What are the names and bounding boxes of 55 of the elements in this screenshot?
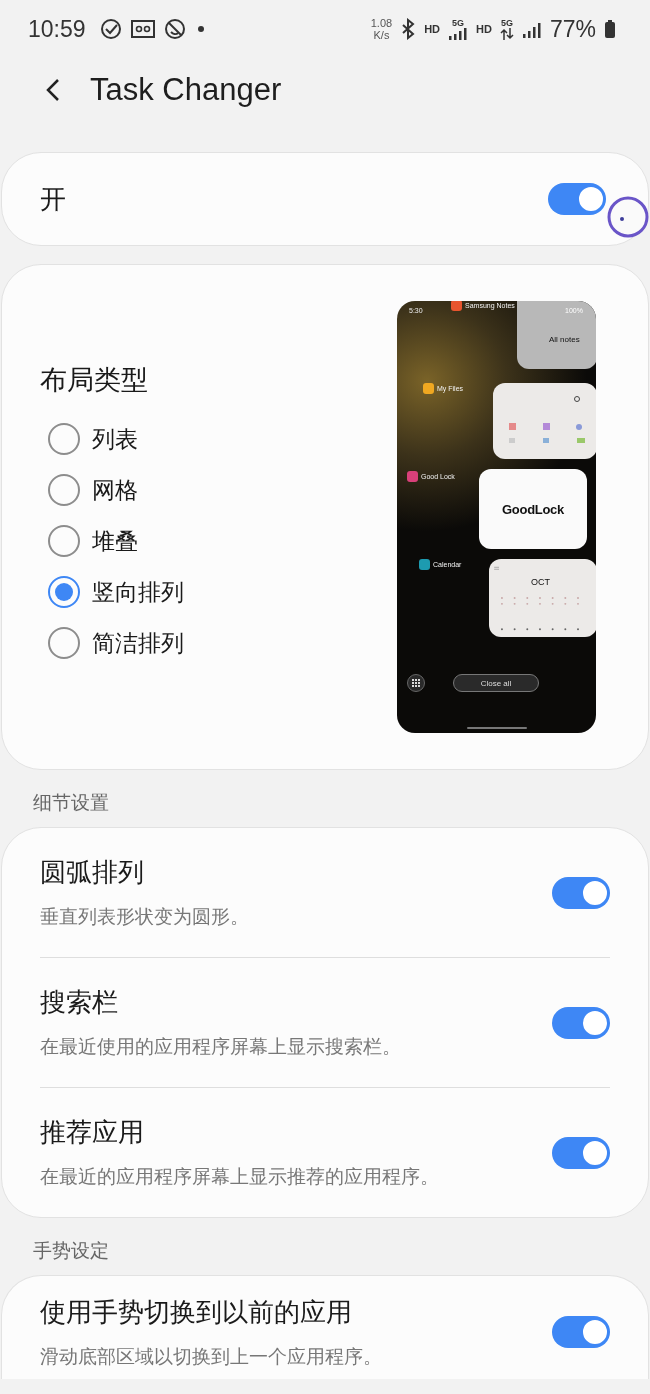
card-text: All notes (549, 335, 580, 344)
setting-title: 推荐应用 (40, 1116, 145, 1149)
app-preview-card[interactable] (493, 383, 596, 459)
clock: 10:59 (28, 15, 86, 43)
setting-description: 滑动底部区域以切换到上一个应用程序。 (40, 1344, 383, 1369)
toggle-switch[interactable] (552, 876, 610, 909)
toggle-switch[interactable] (552, 1136, 610, 1169)
card-logo-text: GoodLock (502, 501, 564, 517)
radio-button[interactable] (48, 627, 80, 659)
network-label: 5G (452, 18, 465, 28)
data-arrows-icon (499, 28, 514, 40)
signal-icon (448, 28, 469, 40)
page-title: Task Changer (90, 72, 282, 108)
radio-option[interactable]: 简洁排列 (40, 617, 190, 669)
battery-icon (604, 19, 616, 39)
hd-label: HD (476, 23, 492, 35)
network-label: 5G (500, 18, 513, 28)
section-header: 细节设置 (32, 791, 110, 815)
close-all-button[interactable]: Close all (453, 674, 539, 692)
section-header: 手势设定 (32, 1239, 110, 1263)
card-text: OCT (531, 577, 550, 587)
switch-label: 开 (40, 182, 66, 216)
radio-option[interactable]: 列表 (40, 413, 144, 465)
setting-description: 垂直列表形状变为圆形。 (40, 905, 250, 929)
app-preview-card[interactable]: GoodLock (479, 469, 587, 549)
radio-button[interactable] (48, 474, 80, 506)
setting-title: 搜索栏 (40, 986, 119, 1019)
radio-option[interactable]: 竖向排列 (40, 566, 190, 618)
home-indicator (467, 727, 527, 729)
app-icon (423, 383, 434, 394)
apps-grid-icon (407, 674, 425, 692)
setting-title: 圆弧排列 (40, 856, 145, 889)
setting-description: 在最近的应用程序屏幕上显示推荐的应用程序。 (40, 1165, 440, 1189)
blocked-phone-icon (163, 18, 186, 40)
radio-button[interactable] (48, 423, 80, 455)
radio-option[interactable]: 堆叠 (40, 515, 144, 567)
network-speed: 1.08 K/s (370, 17, 393, 41)
check-circle-icon (99, 18, 122, 40)
toggle-switch[interactable] (552, 1316, 610, 1348)
app-icon (419, 559, 430, 570)
battery-percentage: 77% (549, 15, 596, 43)
setting-description: 在最近使用的应用程序屏幕上显示搜索栏。 (40, 1035, 402, 1059)
setting-title: 使用手势切换到以前的应用 (40, 1295, 353, 1329)
hd-label: HD (424, 23, 441, 35)
toggle-switch[interactable] (548, 183, 606, 215)
toggle-switch[interactable] (552, 1006, 610, 1039)
radio-button[interactable] (48, 525, 80, 557)
radio-option[interactable]: 网格 (40, 464, 144, 516)
cassette-icon (129, 18, 156, 40)
radio-button[interactable] (48, 576, 80, 608)
section-title: 布局类型 (40, 363, 149, 397)
app-icon (407, 471, 418, 482)
bluetooth-icon (400, 18, 417, 40)
app-icon (451, 301, 462, 311)
app-preview-card[interactable]: OCT (489, 559, 596, 637)
